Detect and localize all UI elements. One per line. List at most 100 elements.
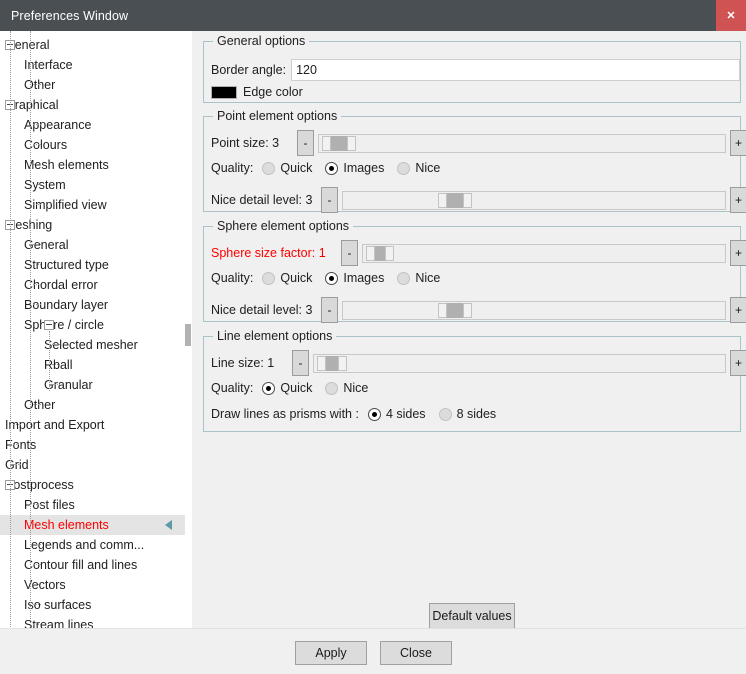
tree-item-granular[interactable]: Granular: [0, 375, 192, 395]
point-detail-decrement-button[interactable]: -: [321, 187, 338, 213]
point-quality-radio-nice[interactable]: Nice: [397, 161, 440, 175]
sphere-size-factor-label: Sphere size factor: 1: [211, 246, 326, 260]
dialog-footer: Apply Close: [0, 628, 746, 674]
line-size-increment-button[interactable]: +: [730, 350, 746, 376]
tree-item-interface[interactable]: Interface: [0, 55, 192, 75]
tree-connector: [13, 464, 21, 466]
tree-item-stream-lines[interactable]: Stream lines: [0, 615, 192, 628]
tree-connector: [33, 504, 41, 506]
sphere-size-increment-button[interactable]: +: [730, 240, 746, 266]
tree-item-legends-and-comm[interactable]: Legends and comm...: [0, 535, 192, 555]
tree-connector: [33, 564, 41, 566]
close-icon[interactable]: ✕: [716, 0, 746, 31]
line-size-slider-handle[interactable]: [317, 355, 347, 371]
tree-item-other[interactable]: Other: [0, 395, 192, 415]
tree-item-fonts[interactable]: Fonts: [0, 435, 192, 455]
tree-item-simplified-view[interactable]: Simplified view: [0, 195, 192, 215]
tree-item-boundary-layer[interactable]: Boundary layer: [0, 295, 192, 315]
tree-connector: [33, 84, 41, 86]
tree-connector: [33, 524, 41, 526]
radio-icon: [325, 381, 339, 395]
edge-color-row: Edge color: [211, 85, 303, 99]
tree-connector: [33, 124, 41, 126]
apply-button[interactable]: Apply: [295, 641, 367, 665]
tree-item-post-files[interactable]: Post files: [0, 495, 192, 515]
tree-item-selected-mesher[interactable]: Selected mesher: [0, 335, 192, 355]
line-size-decrement-button[interactable]: -: [292, 350, 309, 376]
tree-item-structured-type[interactable]: Structured type: [0, 255, 192, 275]
line-size-label: Line size: 1: [211, 356, 275, 370]
sphere-detail-slider[interactable]: [342, 300, 726, 320]
line-prism-radio-4-sides[interactable]: 4 sides: [367, 407, 426, 421]
line-prism-row: Draw lines as prisms with : 4 sides 8 sid…: [211, 407, 509, 421]
sphere-quality-radio-quick[interactable]: Quick: [262, 271, 312, 285]
sphere-quality-radio-nice[interactable]: Nice: [397, 271, 440, 285]
tree-item-rball[interactable]: Rball: [0, 355, 192, 375]
tree-item-system[interactable]: System: [0, 175, 192, 195]
radio-label: Nice: [415, 271, 441, 285]
edge-color-swatch[interactable]: [211, 85, 237, 99]
sphere-size-slider[interactable]: [362, 243, 726, 263]
sphere-detail-row: Nice detail level: 3 - +: [211, 297, 746, 323]
point-element-options-group: Point element options Point size: 3 - + …: [203, 109, 746, 213]
tree-item-graphical[interactable]: Graphical: [0, 95, 192, 115]
tree-expander-icon[interactable]: [44, 320, 54, 330]
tree-item-general[interactable]: General: [0, 35, 192, 55]
default-values-button[interactable]: Default values: [429, 603, 515, 629]
general-options-group: General options Border angle: Edge color: [203, 34, 741, 103]
radio-label: Quick: [280, 381, 313, 395]
tree-connector: [52, 344, 60, 346]
tree-item-label: Stream lines: [24, 618, 94, 628]
tree-item-iso-surfaces[interactable]: Iso surfaces: [0, 595, 192, 615]
tree-item-appearance[interactable]: Appearance: [0, 115, 192, 135]
tree-item-import-and-export[interactable]: Import and Export: [0, 415, 192, 435]
sidebar-scrollbar-thumb[interactable]: [185, 324, 191, 346]
sphere-detail-decrement-button[interactable]: -: [321, 297, 338, 323]
tree-item-general[interactable]: General: [0, 235, 192, 255]
tree-item-mesh-elements[interactable]: Mesh elements: [0, 155, 192, 175]
line-size-slider[interactable]: [313, 353, 726, 373]
line-quality-radio-quick[interactable]: Quick: [262, 381, 312, 395]
tree-item-mesh-elements[interactable]: Mesh elements: [0, 515, 192, 535]
point-detail-slider[interactable]: [342, 190, 726, 210]
line-quality-radio-nice[interactable]: Nice: [325, 381, 368, 395]
sphere-detail-slider-handle[interactable]: [438, 302, 472, 318]
tree-item-contour-fill-and-lines[interactable]: Contour fill and lines: [0, 555, 192, 575]
sphere-size-decrement-button[interactable]: -: [341, 240, 358, 266]
tree-item-colours[interactable]: Colours: [0, 135, 192, 155]
point-size-increment-button[interactable]: +: [730, 130, 746, 156]
border-angle-input[interactable]: [291, 59, 741, 81]
point-size-label: Point size: 3: [211, 136, 280, 150]
tree-item-chordal-error[interactable]: Chordal error: [0, 275, 192, 295]
point-quality-radio-quick[interactable]: Quick: [262, 161, 312, 175]
point-detail-slider-handle[interactable]: [438, 192, 472, 208]
point-size-decrement-button[interactable]: -: [297, 130, 314, 156]
point-quality-radiogroup[interactable]: Quick Images Nice: [262, 161, 453, 175]
sphere-detail-increment-button[interactable]: +: [730, 297, 746, 323]
point-size-slider-handle[interactable]: [322, 135, 356, 151]
tree-connector: [33, 584, 41, 586]
tree-connector: [52, 384, 60, 386]
tree-item-vectors[interactable]: Vectors: [0, 575, 192, 595]
sphere-size-slider-handle[interactable]: [366, 245, 394, 261]
preferences-tree[interactable]: General Interface Other Graphical Appearance…: [0, 31, 192, 628]
settings-panel: General options Border angle: Edge color…: [192, 31, 746, 629]
tree-item-grid[interactable]: Grid: [0, 455, 192, 475]
point-quality-radio-images[interactable]: Images: [325, 161, 384, 175]
tree-item-sphere-circle[interactable]: Sphere / circle: [0, 315, 192, 335]
line-quality-radiogroup[interactable]: Quick Nice: [262, 381, 381, 395]
window-title: Preferences Window: [11, 8, 129, 23]
tree-item-postprocess[interactable]: Postprocess: [0, 475, 192, 495]
tree-connector: [33, 64, 41, 66]
sphere-quality-radiogroup[interactable]: Quick Images Nice: [262, 271, 453, 285]
tree-item-other[interactable]: Other: [0, 75, 192, 95]
point-detail-increment-button[interactable]: +: [730, 187, 746, 213]
close-button[interactable]: Close: [380, 641, 452, 665]
line-prism-radiogroup[interactable]: 4 sides 8 sides: [367, 407, 509, 421]
tree-root: General Interface Other Graphical Appearance…: [0, 31, 192, 628]
sphere-quality-radio-images[interactable]: Images: [325, 271, 384, 285]
tree-item-meshing[interactable]: Meshing: [0, 215, 192, 235]
tree-item-label: Legends and comm...: [24, 538, 145, 552]
point-size-slider[interactable]: [318, 133, 726, 153]
line-prism-radio-8-sides[interactable]: 8 sides: [438, 407, 496, 421]
